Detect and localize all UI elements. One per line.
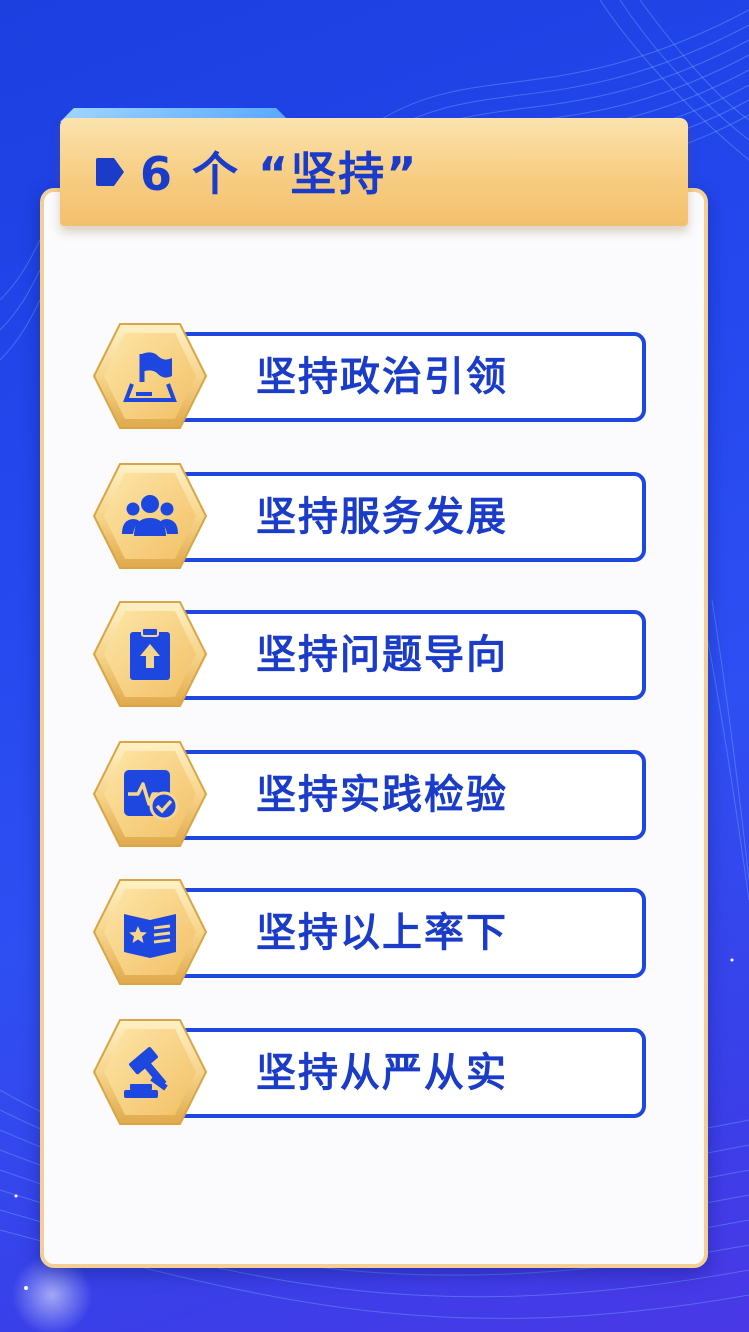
list-item-political-leadership: 坚持政治引领 [92, 320, 648, 430]
list-item-practice-test: 坚持实践检验 [92, 738, 648, 848]
pulse-check-icon [124, 770, 178, 821]
list-item-problem-oriented: 坚持问题导向 [92, 598, 648, 708]
clipboard-arrow-icon [130, 627, 170, 680]
tag-marker-icon [96, 158, 124, 186]
people-icon [122, 495, 178, 536]
item-label: 坚持实践检验 [256, 772, 508, 818]
item-label: 坚持以上率下 [256, 910, 508, 956]
item-label: 坚持问题导向 [256, 632, 508, 678]
page-title: 6 个 “坚持” [140, 147, 419, 201]
item-label: 坚持从严从实 [256, 1050, 508, 1096]
gavel-icon [124, 1047, 168, 1098]
star-document-icon [124, 914, 176, 958]
item-label: 坚持服务发展 [256, 494, 508, 540]
item-label: 坚持政治引领 [256, 354, 508, 400]
list-item-service-development: 坚持服务发展 [92, 460, 648, 570]
flag-icon [123, 352, 177, 402]
list-item-strict-and-practical: 坚持从严从实 [92, 1016, 648, 1126]
list-item-lead-by-example: 坚持以上率下 [92, 876, 648, 986]
